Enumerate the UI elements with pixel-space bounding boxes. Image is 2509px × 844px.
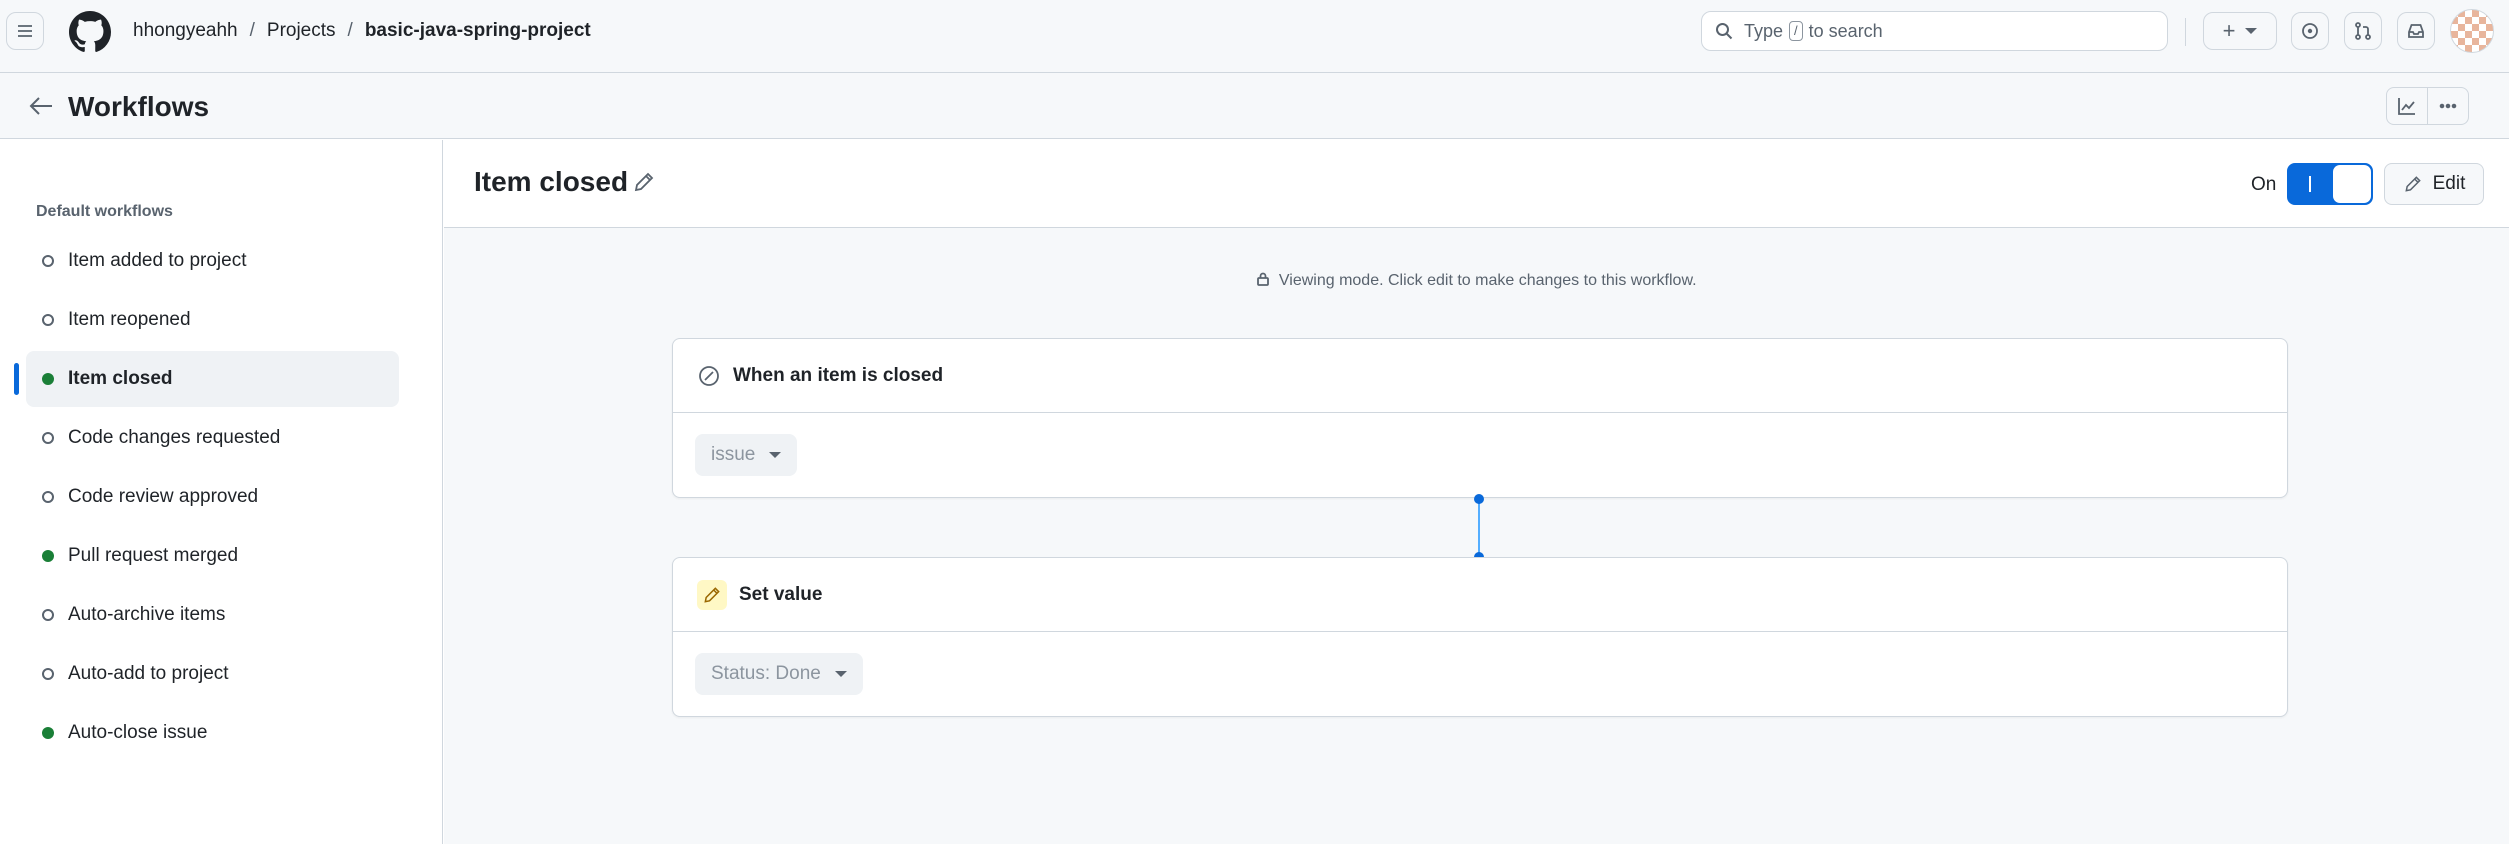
kebab-horizontal-icon [2439,103,2457,109]
user-avatar[interactable] [2450,9,2494,53]
set-value-icon-box [697,579,727,610]
sidebar-item-label: Item reopened [68,309,191,330]
enabled-status-icon [42,373,54,385]
sidebar-item-code-changes-requested[interactable]: Code changes requested [26,410,399,466]
back-button[interactable] [26,91,56,121]
disabled-status-icon [42,255,54,267]
workflows-sidebar: Default workflows Item added to project I… [0,140,443,844]
more-options-button[interactable] [2427,87,2469,125]
workflows-header: Workflows [0,73,2509,139]
pencil-icon [2405,176,2421,192]
graph-icon [2398,98,2415,115]
pull-requests-button[interactable] [2344,12,2382,50]
sidebar-item-auto-close-issue[interactable]: Auto-close issue [26,705,399,761]
pencil-icon [634,172,654,192]
workflow-panel: Item closed On Edit Viewing mode. Click … [444,140,2509,844]
chevron-down-icon [2245,28,2258,34]
action-title: Set value [739,583,823,605]
inbox-button[interactable] [2397,12,2435,50]
workflow-toggle[interactable] [2287,163,2373,205]
issues-button[interactable] [2291,12,2329,50]
active-item-indicator [14,363,19,395]
disabled-status-icon [42,432,54,444]
sidebar-item-label: Pull request merged [68,545,239,566]
disabled-status-icon [42,491,54,503]
hamburger-icon [18,25,32,37]
sidebar-item-label: Code review approved [68,486,259,507]
breadcrumb-separator: / [347,20,353,41]
page-title: Workflows [68,91,210,122]
action-card-body: Status: Done [673,632,2287,716]
status-select: Status: Done [695,653,863,695]
plus-icon: + [2222,18,2236,43]
breadcrumb: hhongyeahh / Projects / basic-java-sprin… [133,20,591,42]
chevron-down-icon [769,452,782,458]
create-new-button[interactable]: + [2203,12,2277,50]
sidebar-item-auto-add-to-project[interactable]: Auto-add to project [26,646,399,702]
search-suffix: to search [1808,20,1883,41]
skip-icon [699,365,719,386]
action-card-header: Set value [673,558,2287,632]
step-connector [1478,499,1480,557]
lock-icon [1257,272,1270,286]
sidebar-item-label: Item closed [68,368,173,389]
breadcrumb-projects[interactable]: Projects [267,20,336,42]
issue-opened-icon [2302,23,2318,39]
toggle-label: On [2251,174,2277,195]
github-logo-icon[interactable] [69,11,111,53]
insights-button[interactable] [2386,87,2428,125]
trigger-title: When an item is closed [733,364,944,386]
git-pull-request-icon [2355,22,2371,40]
sidebar-item-auto-archive-items[interactable]: Auto-archive items [26,587,399,643]
sidebar-heading: Default workflows [36,203,173,220]
toggle-knob [2333,165,2371,203]
global-header: hhongyeahh / Projects / basic-java-sprin… [0,0,2509,73]
sidebar-item-label: Code changes requested [68,427,281,448]
viewing-mode-note: Viewing mode. Click edit to make changes… [444,272,2509,290]
search-icon [1716,23,1733,40]
arrow-left-icon [29,97,52,115]
sidebar-item-item-added-to-project[interactable]: Item added to project [26,233,399,289]
disabled-status-icon [42,609,54,621]
breadcrumb-separator: / [249,20,255,41]
sidebar-item-item-closed[interactable]: Item closed [26,351,399,407]
inbox-icon [2408,24,2424,38]
sidebar-item-code-review-approved[interactable]: Code review approved [26,469,399,525]
search-prefix: Type [1744,20,1784,41]
workflow-title: Item closed [474,166,629,197]
trigger-card-body: issue [673,413,2287,497]
disabled-status-icon [42,668,54,680]
action-card: Set value Status: Done [672,557,2288,717]
breadcrumb-project[interactable]: basic-java-spring-project [365,20,591,42]
sidebar-item-label: Auto-add to project [68,663,229,684]
sidebar-item-label: Auto-close issue [68,722,208,743]
breadcrumb-user[interactable]: hhongyeahh [133,20,238,42]
connector-node [1474,494,1484,504]
edit-button-label: Edit [2432,173,2466,194]
sidebar-item-item-reopened[interactable]: Item reopened [26,292,399,348]
viewing-mode-text: Viewing mode. Click edit to make changes… [1278,272,1697,289]
menu-button[interactable] [6,12,44,50]
trigger-card-header: When an item is closed [673,339,2287,413]
header-divider [2185,18,2186,46]
status-value: Status: Done [711,663,821,684]
trigger-card: When an item is closed issue [672,338,2288,498]
pencil-icon [704,586,720,603]
toggle-on-indicator [2309,176,2311,192]
search-input[interactable]: Type / to search [1701,11,2168,51]
item-type-value: issue [711,444,756,465]
chevron-down-icon [834,671,847,677]
edit-button[interactable]: Edit [2384,163,2484,205]
sidebar-item-label: Auto-archive items [68,604,226,625]
workflow-header: Item closed On Edit [444,140,2509,228]
sidebar-item-pull-request-merged[interactable]: Pull request merged [26,528,399,584]
item-type-select: issue [695,434,798,476]
disabled-status-icon [42,314,54,326]
enabled-status-icon [42,727,54,739]
enabled-status-icon [42,550,54,562]
rename-workflow-button[interactable] [632,170,656,194]
sidebar-item-label: Item added to project [68,250,247,271]
search-shortcut-key: / [1789,21,1803,41]
